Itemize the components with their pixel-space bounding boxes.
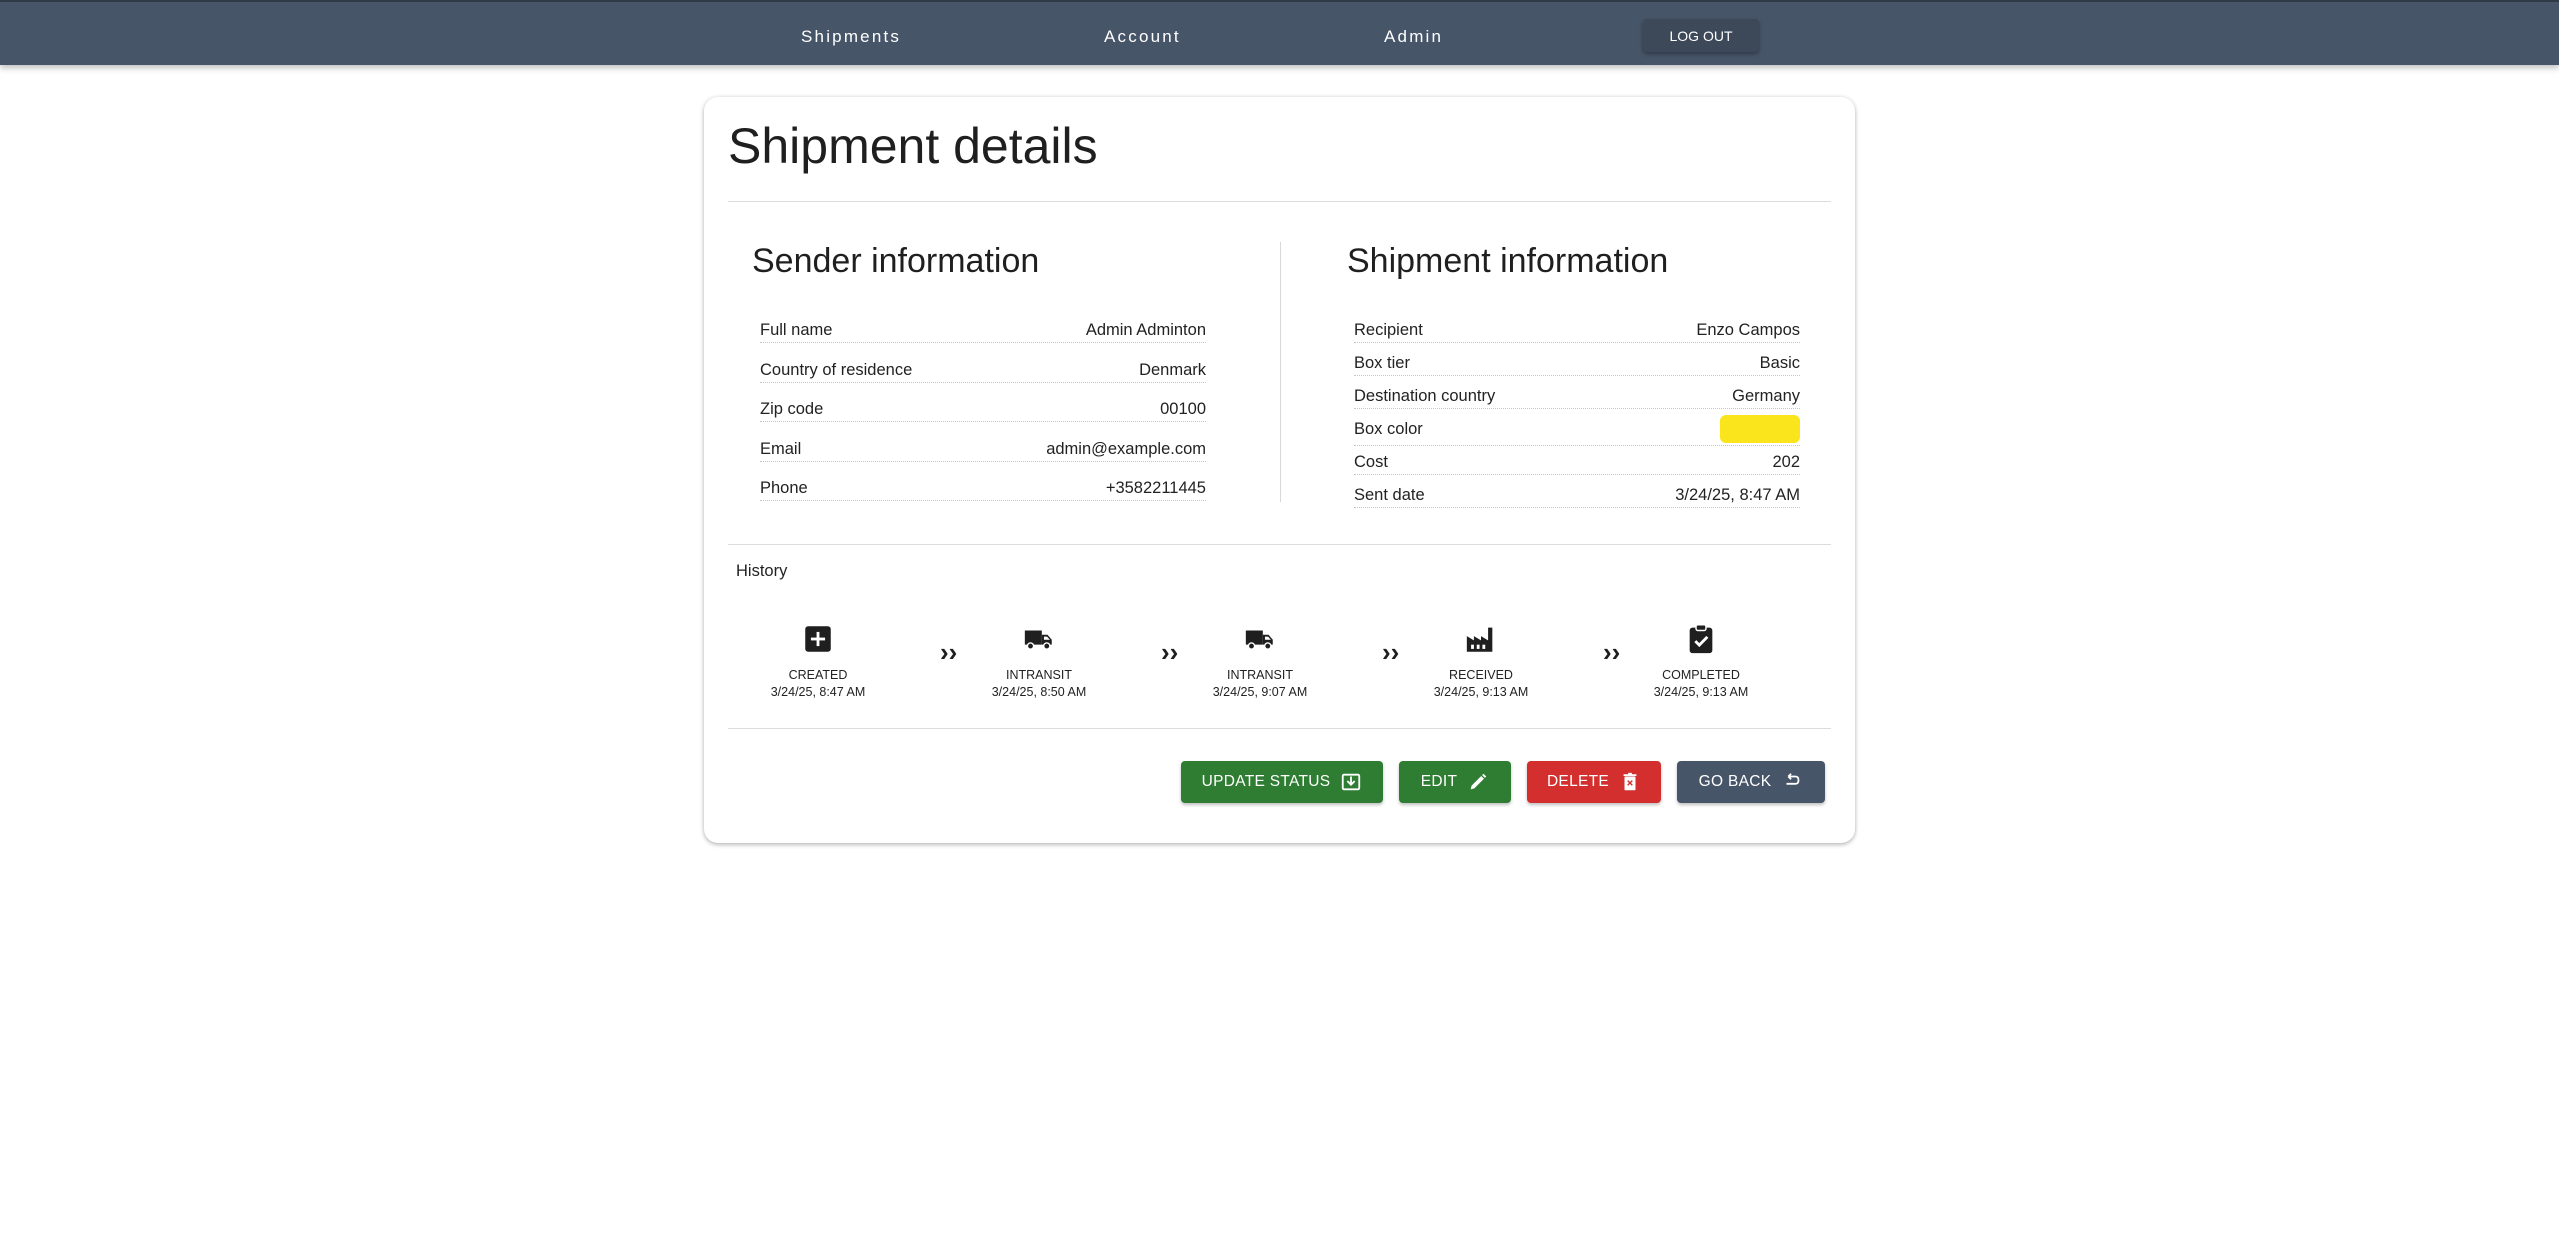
box-color-swatch	[1720, 415, 1800, 443]
row-label: Box color	[1354, 420, 1423, 438]
history-step-intransit-1: INTRANSIT 3/24/25, 8:50 AM	[959, 622, 1119, 699]
step-date: 3/24/25, 8:50 AM	[991, 685, 1087, 699]
sender-row-full-name: Full name Admin Adminton	[760, 315, 1206, 343]
step-status: RECEIVED	[1449, 668, 1513, 682]
nav-admin-link[interactable]: Admin	[1384, 27, 1443, 47]
step-date: 3/24/25, 9:13 AM	[1433, 685, 1529, 699]
clipboard-check-icon	[1689, 624, 1713, 654]
shipment-row-cost: Cost 202	[1354, 447, 1800, 475]
sender-row-country: Country of residence Denmark	[760, 355, 1206, 383]
step-separator: ››	[1161, 637, 1179, 667]
go-back-label: GO BACK	[1698, 773, 1772, 790]
history-label: History	[736, 562, 788, 580]
step-separator: ››	[1603, 637, 1621, 667]
step-date: 3/24/25, 9:13 AM	[1653, 685, 1749, 699]
step-status: INTRANSIT	[1227, 668, 1293, 682]
edit-button[interactable]: EDIT	[1399, 761, 1511, 803]
return-icon	[1786, 773, 1800, 785]
shipment-section-title: Shipment information	[1347, 242, 1669, 280]
history-step-received: RECEIVED 3/24/25, 9:13 AM	[1401, 622, 1561, 699]
row-label: Email	[760, 440, 802, 458]
step-separator: ››	[940, 637, 958, 667]
row-value: Denmark	[1139, 361, 1206, 379]
row-value: 202	[1772, 453, 1800, 471]
shipment-row-box-color: Box color	[1354, 414, 1800, 446]
pencil-icon	[1470, 773, 1487, 790]
sender-row-phone: Phone +3582211445	[760, 473, 1206, 501]
truck-icon	[1024, 630, 1052, 650]
shipment-row-recipient: Recipient Enzo Campos	[1354, 315, 1800, 343]
row-label: Sent date	[1354, 486, 1425, 504]
sender-row-zip: Zip code 00100	[760, 394, 1206, 422]
row-value: 00100	[1160, 400, 1206, 418]
step-date: 3/24/25, 9:07 AM	[1212, 685, 1308, 699]
step-separator: ››	[1382, 637, 1400, 667]
row-value: Basic	[1759, 354, 1800, 372]
row-label: Destination country	[1354, 387, 1496, 405]
history-step-completed: COMPLETED 3/24/25, 9:13 AM	[1621, 622, 1781, 699]
row-label: Full name	[760, 321, 833, 339]
truck-icon	[1245, 630, 1273, 650]
section-divider	[1280, 242, 1281, 502]
shipment-details-card: Shipment details Sender information Full…	[704, 97, 1855, 843]
step-status: INTRANSIT	[1006, 668, 1072, 682]
delete-label: DELETE	[1546, 773, 1610, 790]
step-status: COMPLETED	[1662, 668, 1740, 682]
update-status-label: UPDATE STATUS	[1201, 773, 1331, 790]
shipment-row-box-tier: Box tier Basic	[1354, 348, 1800, 376]
sender-section-title: Sender information	[752, 242, 1040, 280]
plus-box-icon	[805, 626, 831, 652]
history-step-created: CREATED 3/24/25, 8:47 AM	[738, 622, 898, 699]
nav-shipments-link[interactable]: Shipments	[801, 27, 901, 47]
history-step-intransit-2: INTRANSIT 3/24/25, 9:07 AM	[1180, 622, 1340, 699]
row-label: Cost	[1354, 453, 1388, 471]
row-label: Box tier	[1354, 354, 1410, 372]
row-label: Recipient	[1354, 321, 1423, 339]
row-value: Admin Adminton	[1085, 321, 1206, 339]
logout-button[interactable]: LOG OUT	[1643, 19, 1759, 52]
top-navbar: Shipments Account Admin LOG OUT	[0, 0, 2559, 65]
go-back-button[interactable]: GO BACK	[1677, 761, 1825, 803]
row-label: Country of residence	[760, 361, 913, 379]
row-value: +3582211445	[1105, 479, 1206, 497]
history-divider-bottom	[728, 728, 1831, 729]
row-label: Zip code	[760, 400, 824, 418]
step-status: CREATED	[788, 668, 848, 682]
delete-button[interactable]: DELETE	[1527, 761, 1661, 803]
shipment-row-sent-date: Sent date 3/24/25, 8:47 AM	[1354, 480, 1800, 508]
row-label: Phone	[760, 479, 808, 497]
shipment-row-destination: Destination country Germany	[1354, 381, 1800, 409]
nav-account-link[interactable]: Account	[1104, 27, 1181, 47]
sender-row-email: Email admin@example.com	[760, 434, 1206, 462]
download-box-icon	[1342, 773, 1361, 791]
step-date: 3/24/25, 8:47 AM	[770, 685, 866, 699]
row-value: Germany	[1732, 387, 1800, 405]
factory-icon	[1466, 627, 1493, 652]
title-divider	[728, 201, 1831, 202]
trash-icon	[1623, 772, 1637, 791]
edit-label: EDIT	[1420, 773, 1458, 790]
update-status-button[interactable]: UPDATE STATUS	[1181, 761, 1383, 803]
row-value: 3/24/25, 8:47 AM	[1675, 486, 1800, 504]
history-divider-top	[728, 544, 1831, 545]
page-title: Shipment details	[728, 118, 1098, 174]
row-value: Enzo Campos	[1696, 321, 1800, 339]
row-value: admin@example.com	[1046, 440, 1206, 458]
